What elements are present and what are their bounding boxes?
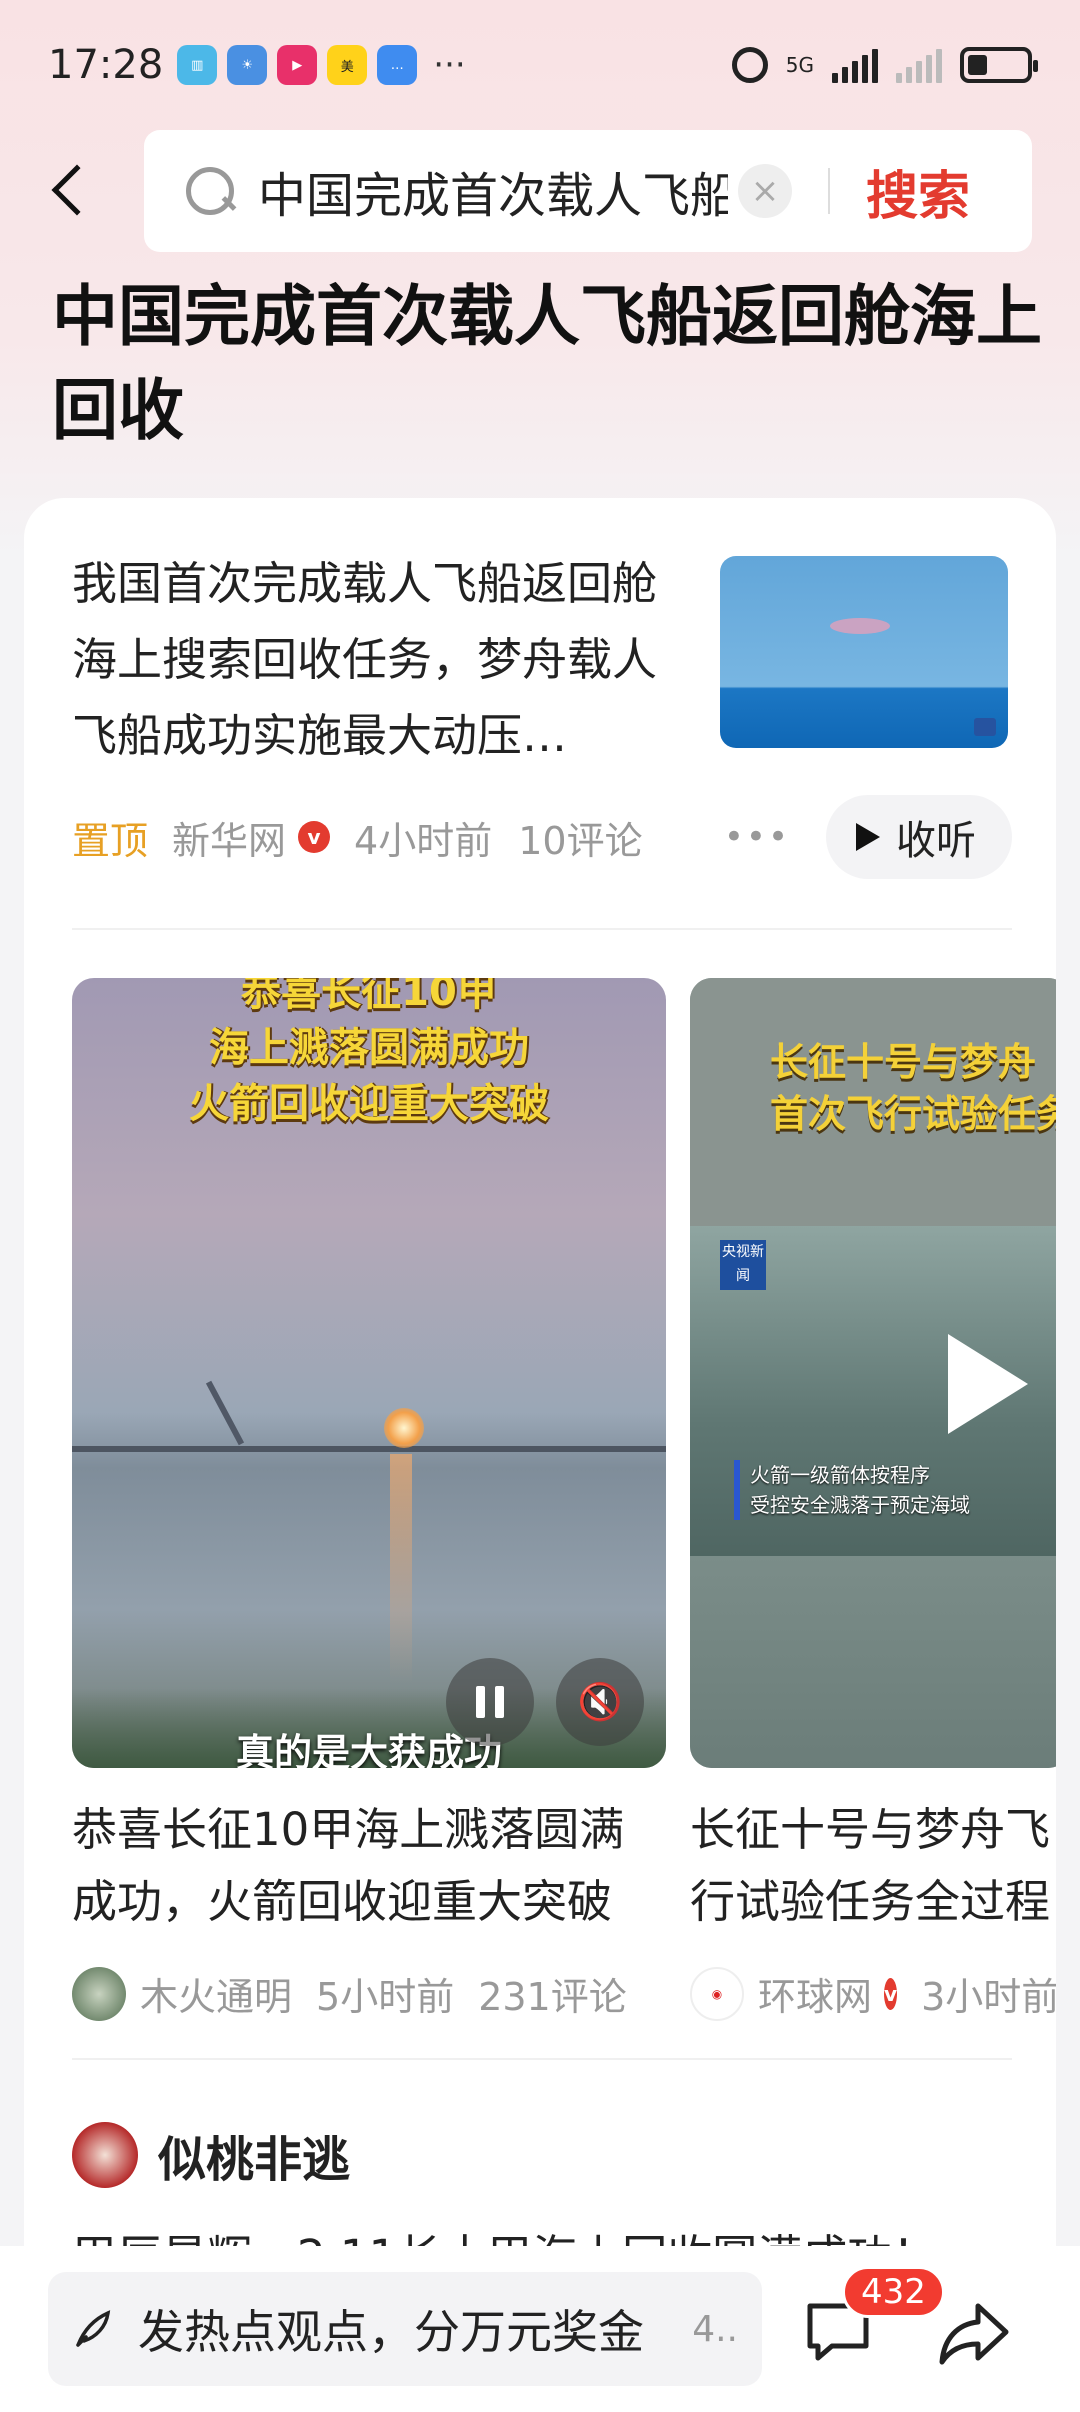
avatar[interactable] [72,1966,126,2021]
search-button[interactable]: 搜索 [866,154,970,229]
verified-icon: v [298,821,331,853]
top-news-meta: 置顶 新华网 v 4小时前 10评论 ••• 收听 [72,794,1012,880]
video-card-1[interactable]: 恭喜长征10甲 海上溅落圆满成功 火箭回收迎重大突破 真的是大获成功 🔇 [72,978,666,1768]
video-1-author[interactable]: 木火通明 [140,1966,292,2021]
more-notifications-icon: ··· [433,45,466,85]
back-arrow-icon [51,164,103,216]
signal-2-icon [896,47,942,83]
weather-app-icon: ☀ [227,45,268,85]
horizon-line [72,1446,666,1452]
top-news-thumbnail[interactable] [720,556,1008,748]
play-icon[interactable] [948,1334,1028,1434]
capsule-image [830,618,890,634]
rocket-flame [384,1408,424,1448]
back-button[interactable] [36,150,106,230]
mute-icon: 🔇 [577,1682,623,1723]
comment-input[interactable]: 发热点观点，分万元奖金 4.. [48,2272,762,2386]
broadcaster-logo [974,718,996,736]
video-1-title[interactable]: 恭喜长征10甲海上溅落圆满成功，火箭回收迎重大突破 [72,1794,666,1938]
video-1-comments: 231评论 [478,1975,627,2019]
next-post-author[interactable]: 似桃非逃 [72,2120,350,2190]
video-1-meta: 木火通明 5小时前 231评论 [72,1966,672,2021]
status-bar: 17:28 ▥ ☀ ▶ 美 … ··· 5G [0,0,1080,130]
play-icon [856,823,880,851]
cctv-news-logo: 央视新闻 [720,1240,766,1290]
search-input[interactable]: 中国完成首次载人飞船返回舱海上回收 [258,156,728,226]
search-divider [828,168,830,214]
pinned-label: 置顶 [72,818,149,863]
video-card-2[interactable]: 长征十号与梦舟 首次飞行试验任务 央视新闻 火箭一级箭体按程序 受控安全溅落于预… [690,978,1056,1768]
divider [72,2058,1012,2060]
meituan-app-icon: 美 [327,45,368,85]
video-2-title[interactable]: 长征十号与梦舟飞行试验任务全过程 [690,1794,1056,1938]
video-2-time: 3小时前 [921,1975,1056,2019]
comment-count-badge: 432 [842,2266,945,2318]
status-time: 17:28 [48,42,164,88]
page-title: 中国完成首次载人飞船返回舱海上回收 [52,278,1042,449]
alarm-icon [731,47,768,83]
listen-button[interactable]: 收听 [826,795,1012,879]
message-app-icon: … [377,45,418,85]
divider [72,928,1012,930]
search-icon [184,165,236,217]
next-post-author-name: 似桃非逃 [158,2132,351,2188]
results-card: 我国首次完成载人飞船返回舱海上搜索回收任务，梦舟载人飞船成功实施最大动压… 置顶… [24,498,1056,2412]
news-time: 4小时前 [354,818,493,863]
clear-search-button[interactable]: × [738,164,792,218]
video-1-time: 5小时前 [316,1975,455,2019]
news-source[interactable]: 新华网 [172,810,286,865]
video-2-banner: 长征十号与梦舟 首次飞行试验任务 [770,1040,1056,1136]
bottom-bar: 发热点观点，分万元奖金 4.. 432 [0,2246,1080,2412]
comment-placeholder: 发热点观点，分万元奖金 [138,2305,644,2359]
crane-shape [205,1380,245,1446]
search-bar[interactable]: 中国完成首次载人飞船返回舱海上回收 × 搜索 [144,130,1032,252]
signal-icon [832,47,878,83]
video-2-author[interactable]: 环球网 [758,1966,872,2021]
mute-button[interactable]: 🔇 [556,1658,644,1746]
share-icon[interactable] [934,2294,1014,2374]
video-app-icon: ▶ [277,45,318,85]
video-2-meta: ◉ 环球网 v 3小时前 [690,1966,1056,2021]
flame-reflection [390,1454,412,1684]
top-news-title[interactable]: 我国首次完成载人飞船返回舱海上搜索回收任务，梦舟载人飞船成功实施最大动压… [72,546,692,774]
video-2-bottom [690,1556,1056,1768]
comment-placeholder-suffix: 4.. [692,2308,738,2350]
video-1-banner: 恭喜长征10甲 海上溅落圆满成功 火箭回收迎重大突破 [189,978,549,1127]
battery-icon [960,47,1038,83]
pause-icon [476,1686,504,1718]
avatar [72,2122,138,2188]
reader-app-icon: ▥ [177,45,218,85]
network-type: 5G [785,53,814,77]
more-options-icon[interactable]: ••• [724,817,790,857]
verified-icon: v [884,1977,898,2010]
pause-button[interactable] [446,1658,534,1746]
video-2-subtitle: 火箭一级箭体按程序 受控安全溅落于预定海域 [734,1460,970,1520]
listen-label: 收听 [896,818,976,864]
news-comments: 10评论 [518,818,643,863]
pen-icon [76,2310,111,2347]
avatar[interactable]: ◉ [690,1966,744,2021]
